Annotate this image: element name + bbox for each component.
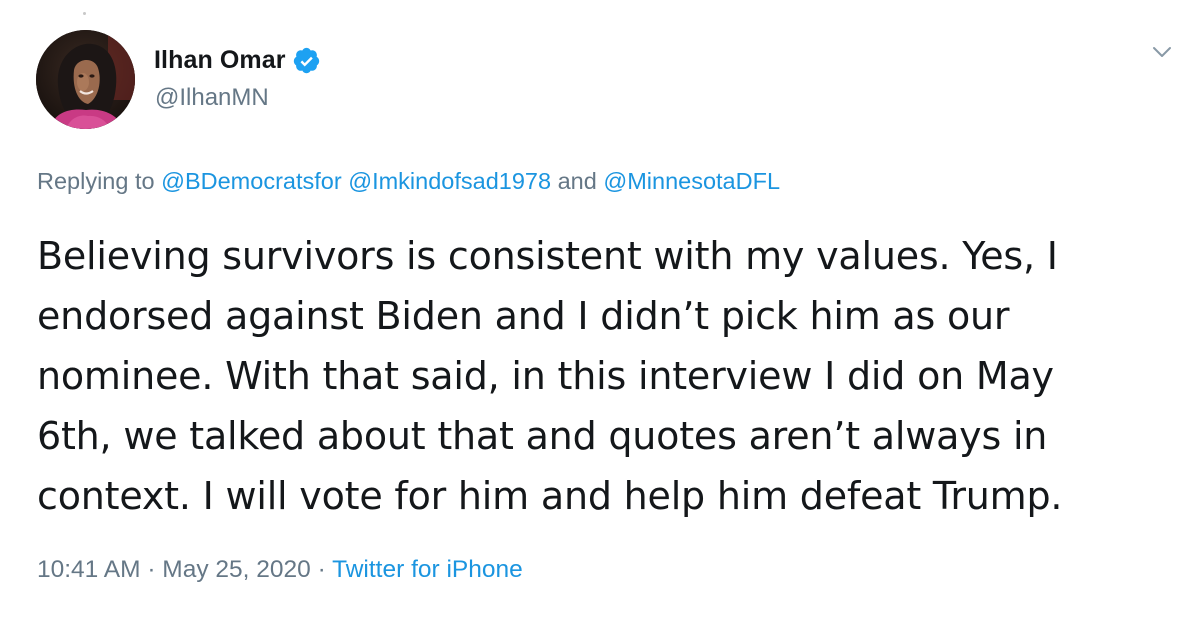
- meta-separator: ·: [310, 556, 333, 583]
- tweet-text-line: Believing survivors is consistent with m…: [37, 234, 1058, 278]
- tweet-card: Ilhan Omar @IlhanMN Replying to @BDemocr…: [0, 0, 1199, 621]
- tweet-time[interactable]: 10:41 AM: [37, 556, 141, 583]
- mention-minnesotadfl[interactable]: @MinnesotaDFL: [603, 168, 780, 194]
- tweet-body: Believing survivors is consistent with m…: [37, 226, 1167, 526]
- decorative-dot: [83, 12, 86, 15]
- username-handle[interactable]: @IlhanMN: [155, 82, 269, 114]
- meta-separator: ·: [140, 556, 163, 583]
- tweet-text-line: 6th, we talked about that and quotes are…: [37, 414, 1048, 458]
- replying-prefix: Replying to: [37, 168, 162, 194]
- author-name-row[interactable]: Ilhan Omar: [154, 43, 321, 77]
- tweet-metadata: 10:41 AM · May 25, 2020 · Twitter for iP…: [37, 554, 523, 586]
- tweet-source-link[interactable]: Twitter for iPhone: [332, 556, 523, 583]
- verified-badge-icon: [292, 46, 321, 75]
- mention-bdemocratsfor[interactable]: @BDemocratsfor: [161, 168, 342, 194]
- tweet-text-line: endorsed against Biden and I didn’t pick…: [37, 294, 1010, 338]
- display-name[interactable]: Ilhan Omar: [154, 43, 286, 77]
- mention-imkindofsad1978[interactable]: @Imkindofsad1978: [348, 168, 551, 194]
- replying-to-line: Replying to @BDemocratsfor @Imkindofsad1…: [37, 165, 780, 197]
- tweet-text-line: nominee. With that said, in this intervi…: [37, 354, 1054, 398]
- replying-conjunction: and: [551, 168, 604, 194]
- tweet-date[interactable]: May 25, 2020: [162, 556, 310, 583]
- tweet-text-line: context. I will vote for him and help hi…: [37, 474, 1063, 518]
- avatar[interactable]: [36, 30, 135, 129]
- chevron-down-icon[interactable]: [1149, 41, 1175, 63]
